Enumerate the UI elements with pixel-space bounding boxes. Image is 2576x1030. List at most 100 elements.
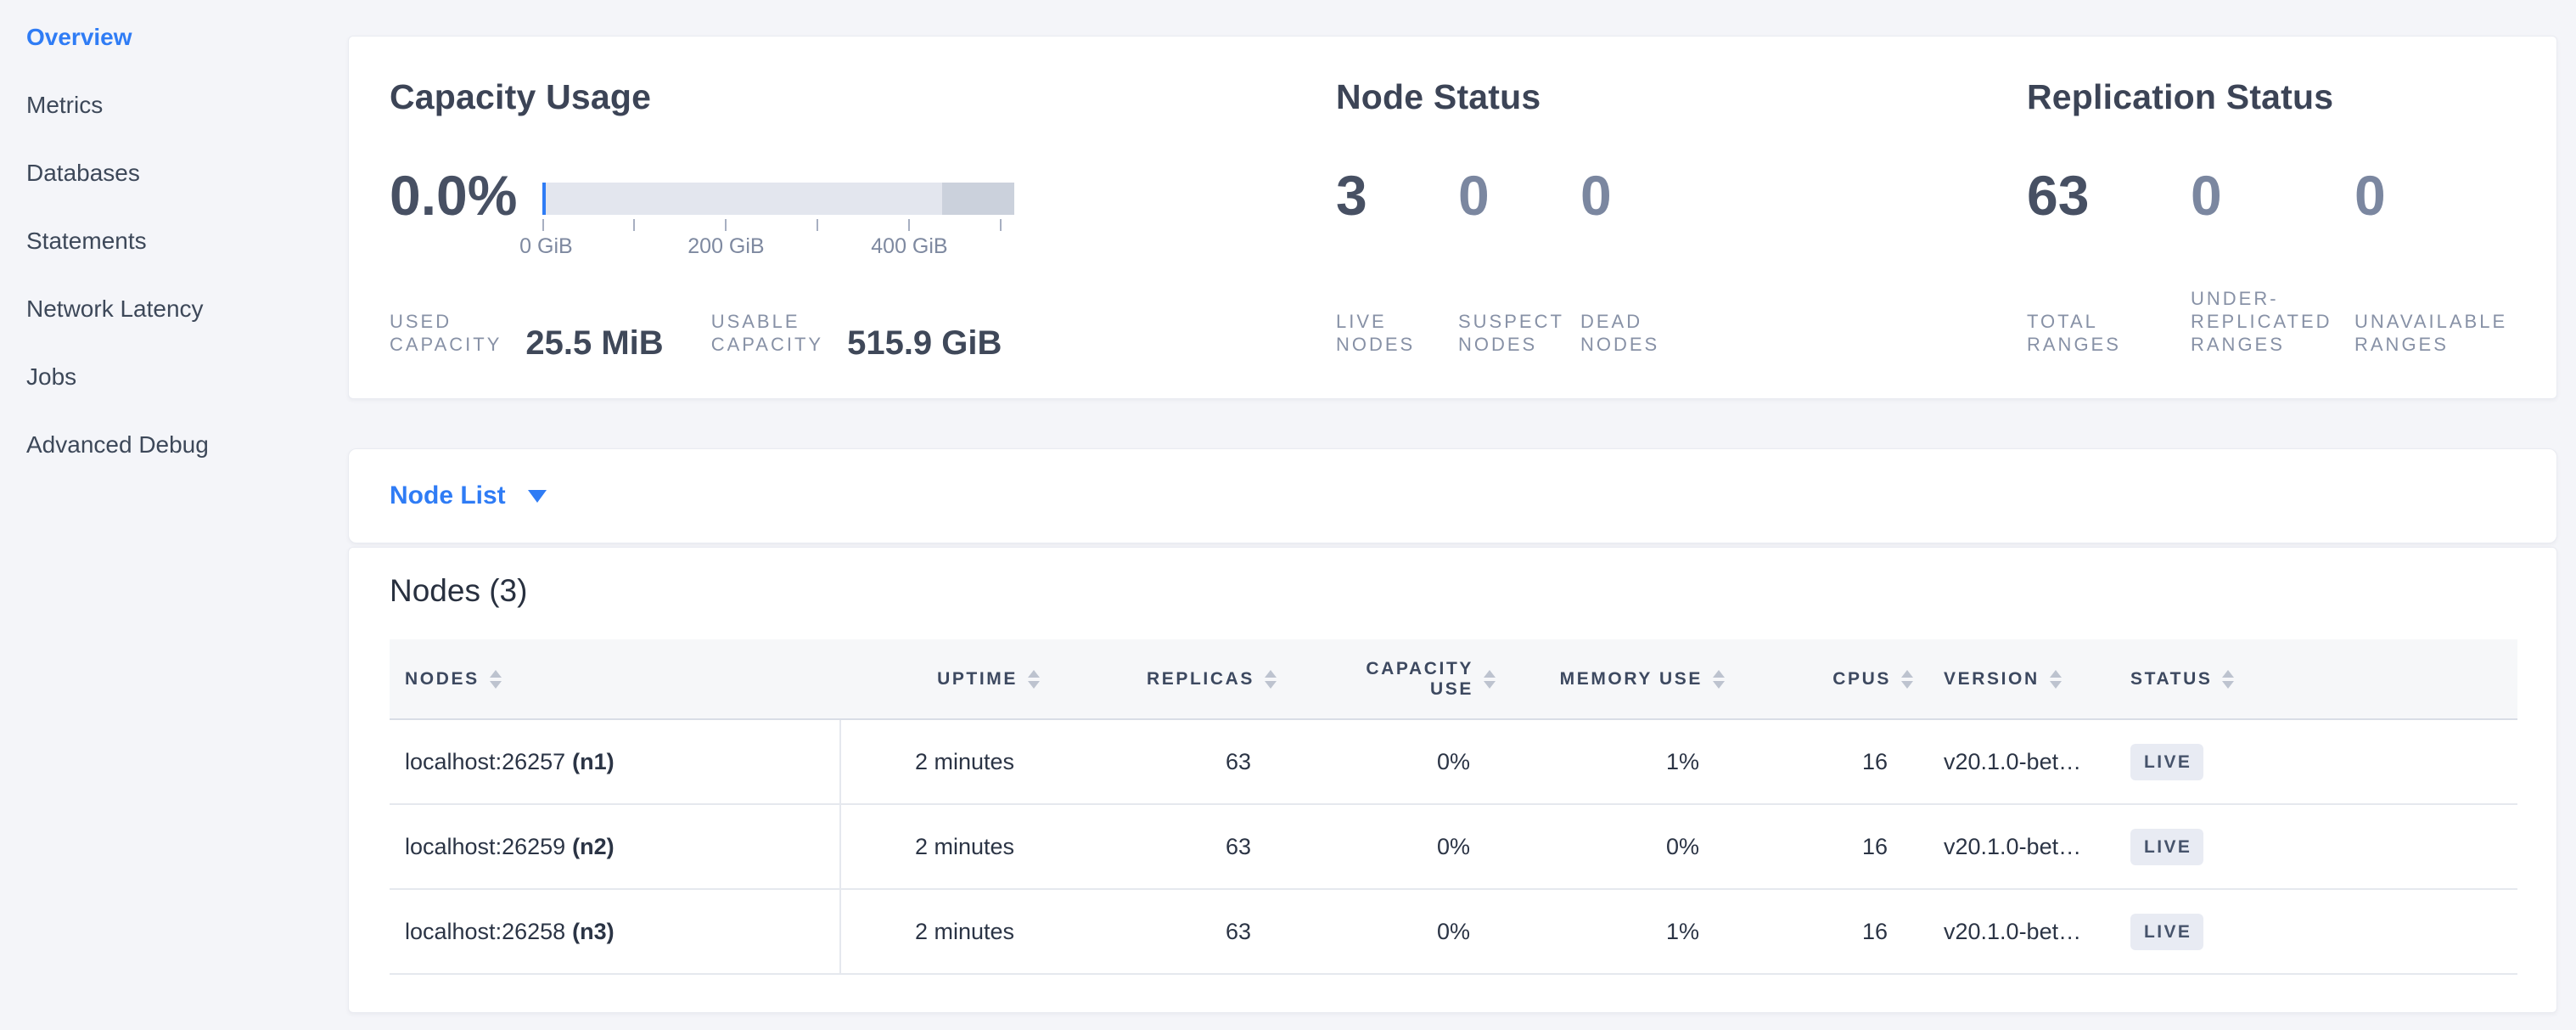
status-cell: LIVE [2088,804,2258,889]
used-capacity-stat: USED CAPACITY 25.5 MiB [390,310,664,356]
sidebar: Overview Metrics Databases Statements Ne… [0,0,348,1030]
sidebar-item-network-latency[interactable]: Network Latency [26,275,348,343]
suspect-nodes-value: 0 [1458,167,1580,223]
memory-use-cell: 1% [1502,889,1731,974]
total-ranges-label: TOTAL RANGES [2027,310,2191,356]
sidebar-item-jobs[interactable]: Jobs [26,343,348,411]
chevron-down-icon [528,490,547,503]
version-cell: v20.1.0-bet… [1920,804,2088,889]
column-header-status[interactable]: STATUS [2088,639,2258,719]
dead-nodes-value: 0 [1580,167,1703,223]
used-capacity-value: 25.5 MiB [525,324,663,363]
nodes-section-title: Nodes (3) [390,573,527,609]
node-status-section: Node Status 3 LIVE NODES 0 SUSPECT NODES [1336,77,1981,117]
dead-nodes-stat: 0 DEAD NODES [1580,167,1703,356]
sort-icon [1901,670,1913,689]
unavailable-ranges-label: UNAVAILABLE RANGES [2354,310,2518,356]
status-badge: LIVE [2130,829,2203,865]
column-header-cpus[interactable]: CPUS [1731,639,1920,719]
suspect-nodes-stat: 0 SUSPECT NODES [1458,167,1580,356]
dead-nodes-label: DEAD NODES [1580,310,1703,356]
uptime-cell: 2 minutes [840,719,1047,804]
node-address-cell[interactable]: localhost:26257(n1) [390,719,840,804]
usable-capacity-value: 515.9 GiB [847,324,1002,363]
capacity-bar-block: 0 GiB 200 GiB 400 GiB [542,167,1014,258]
cpus-cell: 16 [1731,804,1920,889]
axis-label-200gib: 200 GiB [687,234,764,259]
table-row: localhost:26257(n1) 2 minutes 63 0% 1% 1… [390,719,2517,804]
replicas-cell: 63 [1047,804,1283,889]
capacity-bar-used-segment [542,183,546,215]
cluster-summary-card: Capacity Usage 0.0% [348,36,2557,399]
table-header-row: NODES UPTIME REPLICAS CAPACITY USE [390,639,2517,719]
unavailable-ranges-stat: 0 UNAVAILABLE RANGES [2354,167,2518,356]
live-nodes-stat: 3 LIVE NODES [1336,167,1458,356]
sort-icon [2222,670,2234,689]
capacity-use-cell: 0% [1283,719,1502,804]
capacity-stats: USED CAPACITY 25.5 MiB USABLE CAPACITY 5… [390,310,1002,356]
axis-label-400gib: 400 GiB [871,234,947,259]
uptime-cell: 2 minutes [840,804,1047,889]
version-cell: v20.1.0-bet… [1920,719,2088,804]
sort-icon [1265,670,1277,689]
capacity-bar-reserved-segment [942,183,1014,215]
capacity-gauge: 0.0% 0 GiB [390,167,1014,258]
status-badge: LIVE [2130,914,2203,950]
capacity-axis-labels: 0 GiB 200 GiB 400 GiB [542,234,1014,258]
nodes-table-card: Nodes (3) NODES UPTIME RE [348,547,2557,1013]
sort-icon [1484,670,1496,689]
node-status-stats: 3 LIVE NODES 0 SUSPECT NODES 0 [1336,167,1703,356]
capacity-usage-title: Capacity Usage [390,77,1323,117]
capacity-bar [542,183,1014,215]
replication-status-title: Replication Status [2027,77,2553,117]
capacity-axis-ticks [542,217,1014,231]
column-header-capacity-use[interactable]: CAPACITY USE [1283,639,1502,719]
total-ranges-stat: 63 TOTAL RANGES [2027,167,2191,356]
column-header-nodes[interactable]: NODES [390,639,840,719]
table-row: localhost:26258(n3) 2 minutes 63 0% 1% 1… [390,889,2517,974]
column-header-uptime[interactable]: UPTIME [840,639,1047,719]
node-list-dropdown[interactable]: Node List [348,448,2557,543]
sort-icon [1713,670,1725,689]
sidebar-item-metrics[interactable]: Metrics [26,71,348,139]
status-badge: LIVE [2130,744,2203,780]
under-replicated-ranges-stat: 0 UNDER- REPLICATED RANGES [2191,167,2354,356]
memory-use-cell: 1% [1502,719,1731,804]
column-header-version[interactable]: VERSION [1920,639,2088,719]
sidebar-item-advanced-debug[interactable]: Advanced Debug [26,411,348,479]
version-cell: v20.1.0-bet… [1920,889,2088,974]
sort-icon [2050,670,2062,689]
suspect-nodes-label: SUSPECT NODES [1458,310,1580,356]
used-capacity-label: USED CAPACITY [390,310,502,356]
axis-label-0gib: 0 GiB [519,234,573,259]
usable-capacity-label: USABLE CAPACITY [711,310,823,356]
column-header-memory-use[interactable]: MEMORY USE [1502,639,1731,719]
sidebar-item-databases[interactable]: Databases [26,139,348,207]
nodes-table: NODES UPTIME REPLICAS CAPACITY USE [390,639,2517,975]
column-header-replicas[interactable]: REPLICAS [1047,639,1283,719]
node-list-dropdown-label: Node List [390,481,506,510]
live-nodes-value: 3 [1336,167,1458,223]
filler-cell [2258,804,2517,889]
uptime-cell: 2 minutes [840,889,1047,974]
replication-stats: 63 TOTAL RANGES 0 UNDER- REPLICATED RANG… [2027,167,2518,356]
filler-cell [2258,889,2517,974]
unavailable-ranges-value: 0 [2354,167,2518,223]
capacity-usage-section: Capacity Usage 0.0% [390,77,1323,117]
cpus-cell: 16 [1731,889,1920,974]
sidebar-item-overview[interactable]: Overview [26,3,348,71]
main-content: Capacity Usage 0.0% [348,0,2557,1013]
column-header-filler [2258,639,2517,719]
under-replicated-ranges-value: 0 [2191,167,2354,223]
total-ranges-value: 63 [2027,167,2191,223]
filler-cell [2258,719,2517,804]
cpus-cell: 16 [1731,719,1920,804]
sidebar-item-statements[interactable]: Statements [26,207,348,275]
memory-use-cell: 0% [1502,804,1731,889]
replicas-cell: 63 [1047,889,1283,974]
sort-icon [490,670,502,689]
node-address-cell[interactable]: localhost:26258(n3) [390,889,840,974]
node-address-cell[interactable]: localhost:26259(n2) [390,804,840,889]
capacity-use-cell: 0% [1283,889,1502,974]
node-status-title: Node Status [1336,77,1981,117]
